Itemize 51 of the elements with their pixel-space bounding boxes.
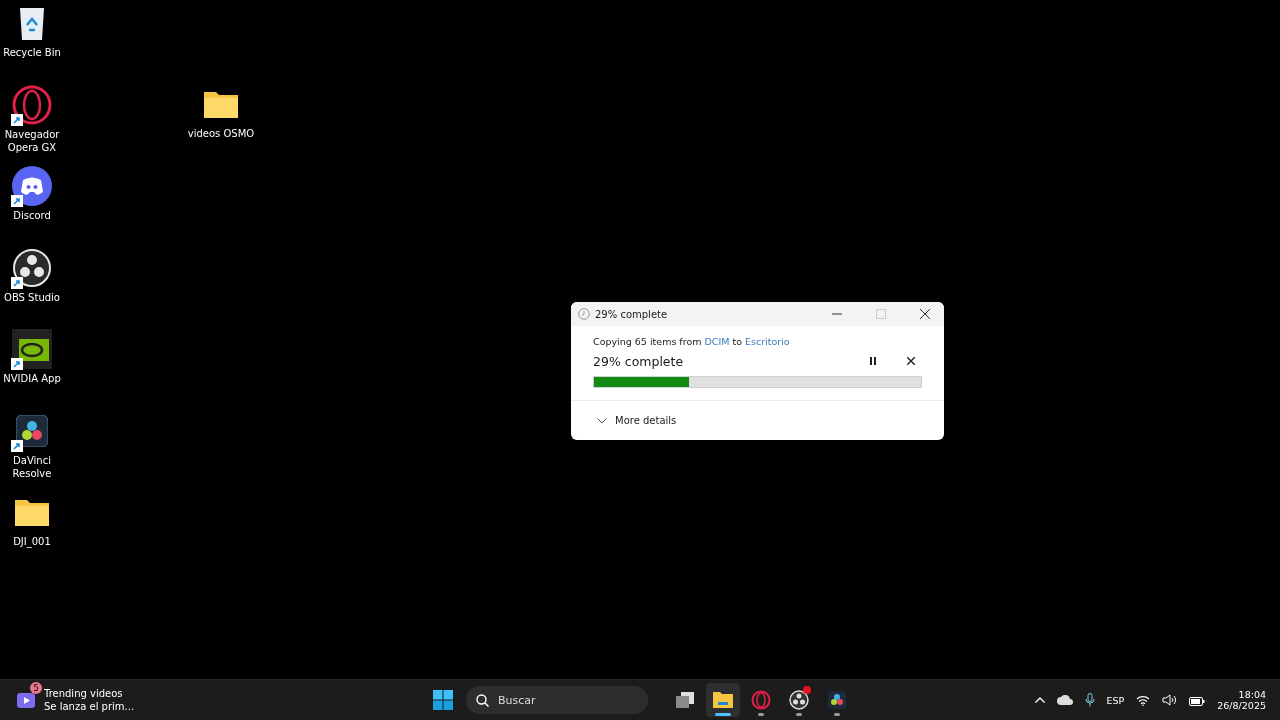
- source-link[interactable]: DCIM: [704, 336, 730, 347]
- destination-link[interactable]: Escritorio: [744, 336, 790, 347]
- maximize-icon: [875, 309, 886, 319]
- video-play-icon[interactable]: [16, 690, 36, 710]
- chevron-up-icon[interactable]: [1034, 697, 1045, 703]
- progress-heading: 29% complete: [593, 353, 685, 369]
- pause-icon: [869, 357, 877, 365]
- clock-date[interactable]: 26/8/2025: [1217, 700, 1266, 711]
- copy-status-text: to: [732, 336, 742, 347]
- wifi-icon[interactable]: [1136, 694, 1151, 706]
- desktop-icon-label[interactable]: Discord: [0, 209, 64, 222]
- chevron-down-icon: [597, 417, 607, 424]
- desktop-icon-label[interactable]: NVIDIA App: [0, 372, 64, 385]
- widget-title[interactable]: Trending videos: [44, 687, 135, 700]
- nvidia-logo-icon: [12, 329, 52, 369]
- davinci-logo-icon: [16, 414, 48, 447]
- opera-logo-icon: [12, 84, 52, 125]
- folder-icon: [712, 691, 734, 709]
- folder-icon: [14, 497, 50, 527]
- taskbar-app-button[interactable]: [706, 683, 740, 717]
- copy-status-text: Copying 65 items from: [593, 336, 702, 347]
- search-icon: [476, 694, 489, 707]
- desktop-icon-label[interactable]: Navegador Opera GX: [0, 127, 64, 154]
- folder-icon: [203, 89, 239, 119]
- microphone-icon[interactable]: [1084, 693, 1095, 707]
- clock-icon: [578, 308, 590, 320]
- battery-icon[interactable]: [1189, 694, 1206, 706]
- davinci-logo-icon: [828, 691, 846, 709]
- obs-logo-icon: [13, 248, 51, 287]
- desktop-icon-label[interactable]: Recycle Bin: [0, 46, 64, 59]
- more-details-button[interactable]: More details: [595, 413, 679, 428]
- discord-logo-icon: [12, 166, 52, 206]
- close-icon: [907, 357, 915, 365]
- recycle-bin-icon: [17, 5, 47, 41]
- close-icon: [919, 309, 930, 319]
- notification-badge: 5: [30, 682, 42, 694]
- search-field[interactable]: Buscar: [466, 686, 648, 714]
- obs-logo-icon: [789, 690, 809, 710]
- window-title: 29% complete: [595, 308, 669, 320]
- language-indicator[interactable]: ESP: [1106, 694, 1125, 706]
- desktop-icon-label[interactable]: DJI_001: [0, 535, 64, 548]
- speaker-icon[interactable]: [1162, 694, 1178, 706]
- clock-time[interactable]: 18:04: [1238, 689, 1266, 700]
- task-view-icon: [675, 691, 695, 709]
- desktop-icon-label[interactable]: OBS Studio: [0, 290, 64, 304]
- desktop-icon-label[interactable]: videos OSMO: [181, 127, 261, 140]
- widget-subtitle[interactable]: Se lanza el prim...: [44, 700, 135, 713]
- opera-logo-icon: [751, 690, 771, 710]
- desktop-icon-label[interactable]: DaVinci Resolve: [0, 453, 64, 480]
- windows-logo-icon: [433, 690, 453, 710]
- cloud-icon[interactable]: [1056, 695, 1073, 705]
